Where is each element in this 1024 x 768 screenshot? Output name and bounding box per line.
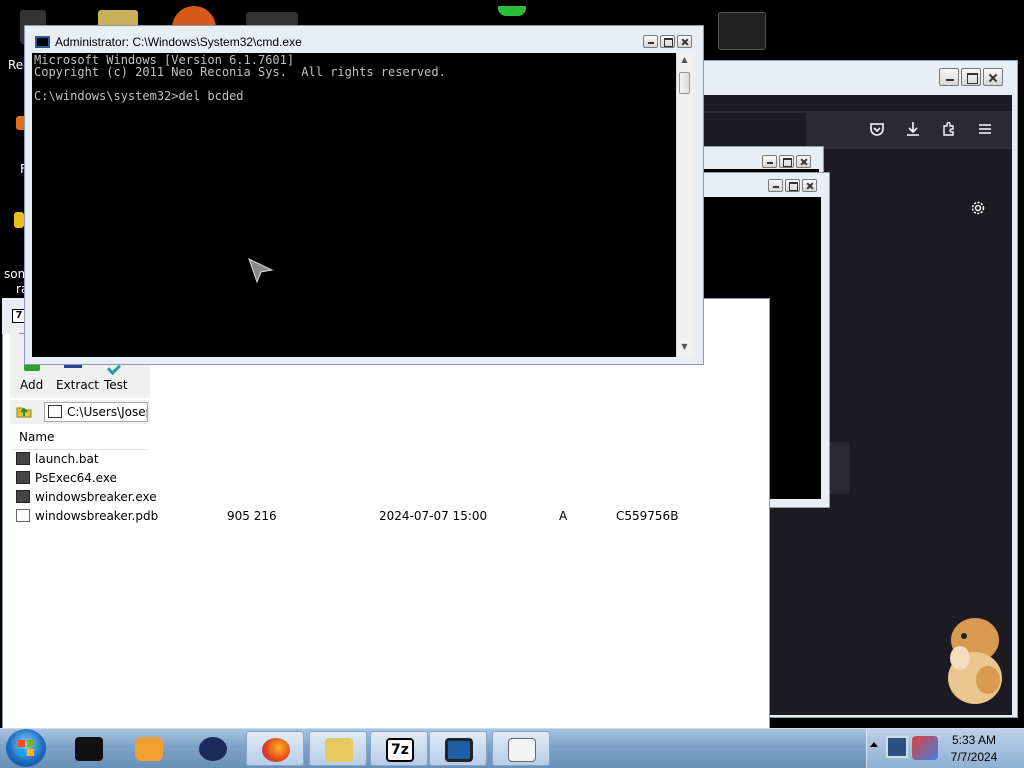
scroll-up-icon[interactable]: ▲ [680, 55, 689, 64]
minimize-icon[interactable] [768, 179, 783, 192]
media-player-icon [135, 737, 163, 761]
taskbar-notepad[interactable] [492, 731, 550, 766]
minimize-icon[interactable] [643, 35, 658, 48]
file-row[interactable]: PsExec64.exe [16, 469, 117, 488]
file-name: windowsbreaker.pdb [35, 509, 159, 523]
close-icon[interactable] [677, 35, 692, 48]
file-name: launch.bat [35, 452, 99, 466]
test-button[interactable]: Test [104, 378, 128, 392]
maximize-icon[interactable] [779, 155, 794, 168]
firefox-tab-bar [700, 95, 1012, 111]
hamster-image [948, 618, 1002, 704]
taskbar-cmd[interactable] [60, 731, 118, 766]
file-row[interactable]: windowsbreaker.exe [16, 488, 157, 507]
show-hidden-icons-icon[interactable] [870, 742, 878, 747]
clock-time[interactable]: 5:33 AM [944, 733, 1004, 747]
console-output: Microsoft Windows [Version 6.1.7601] Cop… [34, 53, 446, 103]
taskbar-7zip[interactable]: 7z [370, 731, 428, 766]
minimize-icon[interactable] [939, 68, 959, 86]
taskbar-explorer[interactable] [309, 731, 367, 766]
menu-icon[interactable] [976, 121, 994, 140]
notepad-icon [508, 738, 536, 762]
file-crc: C559756B [616, 509, 679, 523]
column-name[interactable]: Name [19, 430, 54, 444]
cmd-bg1-caption-buttons [768, 179, 817, 192]
desktop-icon-5[interactable] [718, 12, 766, 50]
minimize-icon[interactable] [762, 155, 777, 168]
path-archive-icon [48, 405, 62, 418]
7zip-icon: 7z [386, 738, 414, 762]
file-row[interactable]: windowsbreaker.pdb [16, 507, 158, 526]
maximize-icon[interactable] [961, 68, 981, 86]
download-icon[interactable] [904, 121, 922, 140]
file-name: PsExec64.exe [35, 471, 117, 485]
extensions-icon[interactable] [940, 121, 958, 140]
network-icon[interactable] [886, 736, 908, 758]
console-scrollbar[interactable] [676, 53, 693, 357]
7zip-column-header[interactable]: Name [12, 426, 148, 450]
firefox-caption-buttons [939, 68, 1003, 86]
start-button[interactable] [6, 729, 46, 767]
up-folder-icon[interactable] [16, 404, 32, 418]
document-file-icon [16, 509, 30, 522]
window-title: Administrator: C:\Windows\System32\cmd.e… [55, 35, 302, 49]
action-center-icon[interactable] [912, 736, 938, 760]
file-name: windowsbreaker.exe [35, 490, 157, 504]
exe-file-icon [16, 490, 30, 503]
batch-file-icon [16, 452, 30, 465]
cmd-app-icon [75, 737, 103, 761]
explorer-folder-icon [325, 738, 353, 762]
maximize-icon[interactable] [660, 35, 675, 48]
close-icon[interactable] [802, 179, 817, 192]
scroll-down-icon[interactable]: ▼ [680, 342, 689, 351]
settings-gear-icon[interactable] [969, 200, 987, 219]
exe-file-icon [16, 471, 30, 484]
add-button[interactable]: Add [20, 378, 43, 392]
pocket-icon[interactable] [868, 121, 886, 140]
mouse-cursor-icon [248, 258, 274, 284]
taskbar-media-player[interactable] [120, 731, 178, 766]
file-modified: 2024-07-07 15:00 [379, 509, 488, 523]
taskbar-monitor-app[interactable] [429, 731, 487, 766]
monitor-app-icon [445, 738, 473, 762]
scroll-thumb[interactable] [679, 72, 690, 94]
desktop-icon-4[interactable] [246, 12, 298, 26]
close-icon[interactable] [796, 155, 811, 168]
extract-button[interactable]: Extract [56, 378, 99, 392]
clock-date[interactable]: 7/7/2024 [944, 750, 1004, 764]
taskbar-firefox[interactable] [246, 731, 304, 766]
file-size: 905 216 [227, 509, 277, 523]
cmd-caption-buttons [643, 35, 692, 48]
taskbar-globe-app[interactable] [184, 731, 242, 766]
desktop-icon-6[interactable] [498, 6, 526, 16]
cmd-icon [35, 36, 50, 48]
firefox-icon [262, 738, 290, 762]
file-row[interactable]: launch.bat [16, 450, 99, 469]
maximize-icon[interactable] [785, 179, 800, 192]
desktop-icon-8[interactable] [14, 212, 24, 228]
close-icon[interactable] [983, 68, 1003, 86]
firefox-url-field[interactable] [700, 113, 806, 147]
globe-app-icon [199, 737, 227, 761]
file-attributes: A [559, 509, 568, 523]
cmd-bg2-caption-buttons [762, 155, 811, 168]
